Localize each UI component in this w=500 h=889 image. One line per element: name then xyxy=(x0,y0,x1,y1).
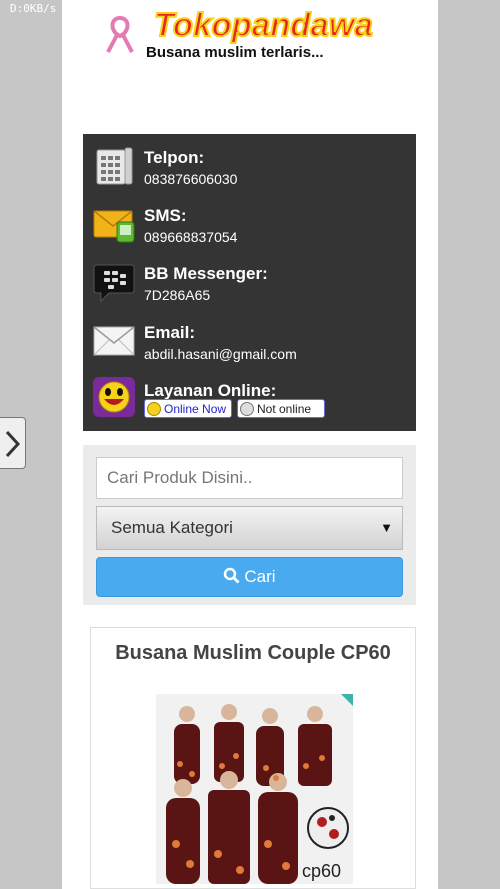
smiley-icon xyxy=(147,401,161,416)
product-code: cp60 xyxy=(302,861,341,881)
contact-value[interactable]: 089668837054 xyxy=(144,229,237,245)
not-online-text: Not online xyxy=(257,401,312,416)
contact-email: Email: abdil.hasani@gmail.com xyxy=(93,315,413,365)
yahoo-messenger-icon xyxy=(93,377,135,417)
search-panel: Cari Produk Disini.. Semua Kategori ▼ Ca… xyxy=(83,445,416,605)
category-select-value: Semua Kategori xyxy=(111,518,233,537)
contact-value[interactable]: 083876606030 xyxy=(144,171,237,187)
upload-speed: U:0KB/s xyxy=(113,2,160,15)
online-now-text: Online Now xyxy=(164,401,227,416)
page: Tokopandawa Busana muslim terlaris... Te… xyxy=(62,0,438,889)
product-photo: cp60 xyxy=(156,694,353,884)
category-select[interactable]: Semua Kategori ▼ xyxy=(96,506,403,550)
contact-sms: SMS: 089668837054 xyxy=(93,198,413,248)
chevron-right-icon xyxy=(5,430,21,458)
contact-bbm: BB Messenger: 7D286A65 xyxy=(93,256,413,306)
contact-phone: Telpon: 083876606030 xyxy=(93,140,413,190)
search-button[interactable]: Cari xyxy=(96,557,403,597)
contact-label: Email: xyxy=(144,323,196,342)
online-now-badge[interactable]: Online Now xyxy=(144,399,232,418)
search-input[interactable]: Cari Produk Disini.. xyxy=(96,457,403,499)
pink-ribbon-icon xyxy=(106,15,134,53)
sms-icon xyxy=(93,210,135,243)
bbm-icon xyxy=(93,264,135,302)
product-title[interactable]: Busana Muslim Couple CP60 xyxy=(91,642,415,665)
email-icon xyxy=(93,326,135,356)
contact-label: BB Messenger: xyxy=(144,264,268,283)
contact-label: SMS: xyxy=(144,206,187,225)
side-drawer-toggle[interactable] xyxy=(0,417,26,469)
online-service-label: Layanan Online: xyxy=(144,381,277,400)
product-card[interactable]: Busana Muslim Couple CP60 cp60 xyxy=(90,627,416,889)
phone-icon xyxy=(96,147,133,185)
contact-value[interactable]: 7D286A65 xyxy=(144,287,210,303)
contact-label: Telpon: xyxy=(144,148,205,167)
contact-panel: Telpon: 083876606030 SMS: 089668837054 B… xyxy=(83,134,416,431)
dropdown-caret-icon: ▼ xyxy=(380,520,393,535)
search-button-label: Cari xyxy=(244,567,276,586)
smiley-offline-icon xyxy=(240,401,254,416)
download-speed: D:0KB/s xyxy=(10,2,57,15)
logo-tagline: Busana muslim terlaris... xyxy=(146,44,324,61)
contact-value[interactable]: abdil.hasani@gmail.com xyxy=(144,346,297,362)
not-online-badge[interactable]: Not online xyxy=(237,399,325,418)
search-icon xyxy=(224,567,240,584)
logo-title: Tokopandawa xyxy=(153,5,374,44)
product-image[interactable]: cp60 xyxy=(156,694,353,884)
